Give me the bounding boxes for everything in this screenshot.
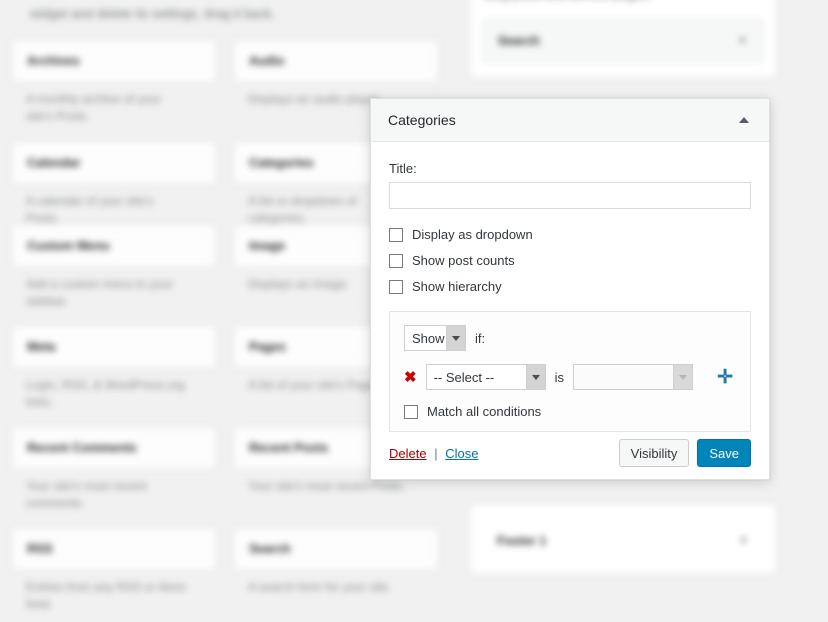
- widget-card-title: Pages: [249, 340, 286, 354]
- if-label: if:: [475, 330, 486, 346]
- visibility-button[interactable]: Visibility: [618, 439, 690, 467]
- widget-card-title: Audio: [249, 54, 285, 68]
- widget-card-title: Calendar: [27, 156, 81, 170]
- title-input[interactable]: [389, 182, 751, 209]
- intro-text: widget and delete its settings, drag it …: [30, 6, 275, 21]
- plus-add-icon[interactable]: ✛: [717, 368, 736, 387]
- checkbox-match-all-conditions[interactable]: [404, 404, 418, 419]
- widget-card-title: Image: [249, 239, 286, 253]
- widget-card-description: A calendar of your site's Posts.: [26, 194, 154, 225]
- chevron-down-icon[interactable]: ▼: [737, 35, 748, 47]
- link-separator: |: [434, 445, 438, 461]
- checkbox-display-as-dropdown[interactable]: [389, 227, 403, 242]
- sidebar-widget-search[interactable]: Search ▼: [483, 19, 763, 63]
- option-match-all-conditions[interactable]: Match all conditions: [404, 404, 736, 419]
- condition-field-select[interactable]: -- Select --: [425, 364, 546, 390]
- chevron-up-icon[interactable]: [735, 111, 753, 129]
- footer-widget-title: Footer 1: [497, 534, 547, 548]
- widget-card[interactable]: RSS Entries from any RSS or Atom feed.: [12, 528, 216, 613]
- dialog-header[interactable]: Categories: [371, 99, 769, 142]
- condition-value-select-wrapper[interactable]: [572, 364, 693, 390]
- footer-widget-area: Footer 1 ▼: [470, 504, 776, 574]
- widget-card[interactable]: Search A search form for your site.: [234, 528, 438, 596]
- conditions-header: Show if:: [404, 325, 736, 351]
- dialog-title: Categories: [388, 112, 456, 128]
- checkbox-show-hierarchy[interactable]: [389, 279, 403, 294]
- is-label: is: [554, 369, 564, 385]
- action-select[interactable]: Show: [404, 325, 466, 351]
- condition-row: ✖ -- Select -- is ✛: [404, 364, 736, 390]
- dialog-footer: Delete | Close Visibility Save: [371, 427, 769, 479]
- option-show-post-counts[interactable]: Show post counts: [389, 253, 751, 268]
- categories-widget-dialog: Categories Title: Display as dropdown Sh…: [370, 98, 770, 480]
- widget-card-description: Add a custom menu to your sidebar.: [26, 277, 173, 308]
- widget-card-title: Custom Menu: [27, 239, 110, 253]
- widget-card[interactable]: Custom Menu Add a custom menu to your si…: [12, 225, 216, 310]
- widget-card-title: Recent Posts: [249, 441, 329, 455]
- title-field-label: Title:: [389, 161, 417, 176]
- footer-widget-item[interactable]: Footer 1 ▼: [483, 519, 763, 563]
- widget-card-description: Your site's most recent Posts.: [248, 479, 406, 493]
- widget-card-title: Recent Comments: [27, 441, 137, 455]
- visibility-conditions-panel: Show if: ✖ -- Select -- is ✛ Match all c…: [389, 311, 751, 432]
- widget-card-description: Your site's most recent comments.: [26, 479, 147, 510]
- widget-card[interactable]: Meta Login, RSS, & WordPress.org links.: [12, 326, 216, 411]
- widget-card-title: Meta: [27, 340, 56, 354]
- option-display-as-dropdown[interactable]: Display as dropdown: [389, 227, 751, 242]
- option-label: Display as dropdown: [412, 227, 533, 242]
- option-label: Show hierarchy: [412, 279, 502, 294]
- widget-card[interactable]: Recent Comments Your site's most recent …: [12, 427, 216, 512]
- widget-card-description: A monthly archive of your site's Posts.: [26, 92, 161, 123]
- widget-card-description: Login, RSS, & WordPress.org links.: [26, 378, 185, 409]
- condition-value-select[interactable]: [572, 364, 693, 390]
- chevron-down-icon[interactable]: ▼: [738, 535, 749, 547]
- option-label: Show post counts: [412, 253, 515, 268]
- widget-card-title: Search: [249, 542, 291, 556]
- close-link[interactable]: Close: [445, 446, 478, 461]
- widget-card[interactable]: Archives A monthly archive of your site'…: [12, 40, 216, 125]
- widget-card[interactable]: Calendar A calendar of your site's Posts…: [12, 142, 216, 227]
- x-remove-icon[interactable]: ✖: [404, 370, 417, 385]
- sidebar-area-description: Main widget area to appear in your sideb…: [485, 0, 763, 5]
- save-button[interactable]: Save: [697, 439, 751, 467]
- widget-card-description: A search form for your site.: [248, 580, 392, 594]
- sidebar-widget-title: Search: [498, 34, 540, 48]
- action-select-wrapper[interactable]: Show: [404, 325, 466, 351]
- widget-card-title: RSS: [27, 542, 53, 556]
- condition-field-select-wrapper[interactable]: -- Select --: [425, 364, 546, 390]
- option-label: Match all conditions: [427, 404, 542, 419]
- widget-card-title: Categories: [249, 156, 314, 170]
- option-show-hierarchy[interactable]: Show hierarchy: [389, 279, 751, 294]
- dialog-body: Title: Display as dropdown Show post cou…: [371, 142, 769, 432]
- widget-card-title: Archives: [27, 54, 80, 68]
- delete-link[interactable]: Delete: [389, 446, 427, 461]
- footer-buttons: Visibility Save: [618, 439, 751, 467]
- footer-links: Delete | Close: [389, 446, 478, 461]
- widget-card-description: Entries from any RSS or Atom feed.: [26, 580, 187, 611]
- sidebar-widget-area: Main widget area to appear in your sideb…: [470, 0, 776, 78]
- checkbox-show-post-counts[interactable]: [389, 253, 403, 268]
